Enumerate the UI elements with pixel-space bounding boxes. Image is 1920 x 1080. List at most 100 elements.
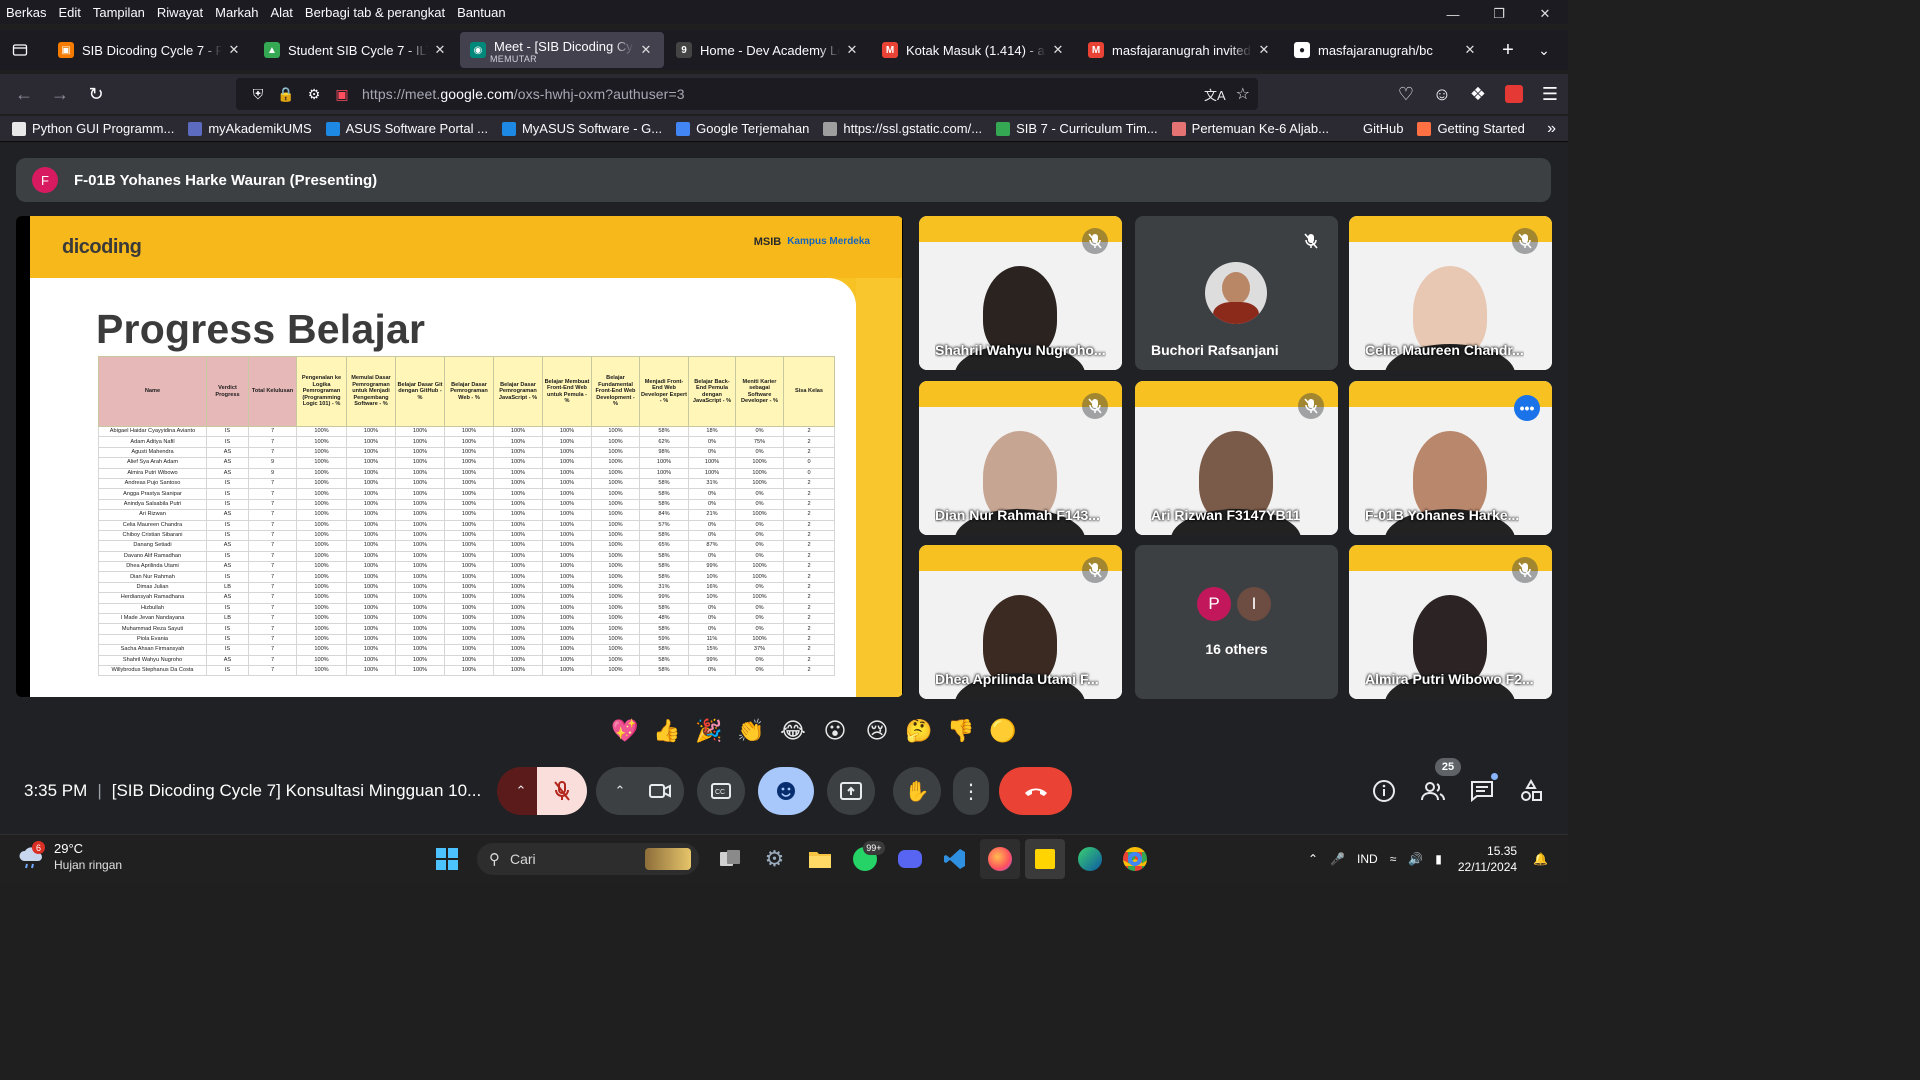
url-text[interactable]: https://meet.google.com/oxs-hwhj-oxm?aut…: [362, 86, 685, 102]
close-window-icon[interactable]: ✕: [1522, 0, 1568, 28]
chrome-icon[interactable]: [1115, 839, 1155, 879]
camera-button[interactable]: [636, 767, 684, 815]
participant-tile[interactable]: Shahril Wahyu Nugroho...: [919, 216, 1122, 370]
notification-bell-icon[interactable]: 🔔: [1533, 852, 1548, 866]
participant-tile[interactable]: Buchori Rafsanjani: [1135, 216, 1338, 370]
participant-tile[interactable]: Celia Maureen Chandr...: [1349, 216, 1552, 370]
meeting-details-icon[interactable]: [1370, 777, 1398, 805]
vscode-icon[interactable]: [935, 839, 975, 879]
reaction-emoji-icon[interactable]: 👏: [733, 718, 769, 744]
menu-item[interactable]: Tampilan: [87, 5, 151, 20]
taskbar-search[interactable]: ⚲ Cari: [477, 843, 699, 875]
bookmark-item[interactable]: https://ssl.gstatic.com/...: [823, 121, 982, 136]
menu-item[interactable]: Bantuan: [451, 5, 511, 20]
activities-icon[interactable]: [1517, 777, 1545, 805]
battery-icon[interactable]: ▮: [1435, 852, 1442, 866]
reaction-emoji-icon[interactable]: 😮: [817, 718, 853, 744]
lock-icon[interactable]: 🔒: [272, 86, 300, 103]
system-clock[interactable]: 15.35 22/11/2024: [1458, 843, 1517, 875]
reaction-emoji-icon[interactable]: 👍: [649, 718, 685, 744]
firefox-icon[interactable]: [979, 839, 1020, 879]
permissions-icon[interactable]: ⚙: [300, 86, 328, 103]
browser-tab[interactable]: ● masfajaranugrah/bc ✕: [1284, 32, 1488, 68]
bookmark-item[interactable]: Google Terjemahan: [676, 121, 809, 136]
sticky-notes-icon[interactable]: [1024, 839, 1065, 879]
close-tab-icon[interactable]: ✕: [1256, 42, 1272, 58]
close-tab-icon[interactable]: ✕: [638, 42, 654, 58]
browser-tab[interactable]: ▲ Student SIB Cycle 7 - ILT 5 |✕: [254, 32, 458, 68]
menu-item[interactable]: Berkas: [0, 5, 52, 20]
browser-tab[interactable]: M Kotak Masuk (1.414) - almi ✕: [872, 32, 1076, 68]
chat-icon[interactable]: [1468, 773, 1498, 805]
presentation-stage[interactable]: dicoding MSIB Kampus Merdeka Progress Be…: [16, 216, 903, 697]
reaction-emoji-icon[interactable]: 😢: [859, 718, 895, 744]
windows-start-icon[interactable]: [427, 839, 467, 879]
discord-icon[interactable]: [890, 839, 930, 879]
participant-tile[interactable]: Dhea Aprilinda Utami F...: [919, 545, 1122, 699]
hamburger-menu-icon[interactable]: ☰: [1532, 78, 1568, 110]
minimize-icon[interactable]: —: [1430, 0, 1476, 28]
file-explorer-icon[interactable]: [800, 839, 840, 879]
bookmark-item[interactable]: myAkademikUMS: [188, 121, 312, 136]
new-tab-button[interactable]: +: [1490, 32, 1526, 68]
settings-gear-icon[interactable]: ⚙: [755, 839, 795, 879]
wifi-icon[interactable]: ≈: [1390, 852, 1397, 866]
participant-tile[interactable]: P I 16 others: [1135, 545, 1338, 699]
bookmark-item[interactable]: Pertemuan Ke-6 Aljab...: [1171, 121, 1329, 136]
pocket-icon[interactable]: ♡: [1388, 78, 1424, 110]
chevron-down-icon[interactable]: ⌄: [1526, 32, 1562, 68]
reaction-emoji-icon[interactable]: 🤔: [901, 718, 937, 744]
browser-tab[interactable]: ▣ SIB Dicoding Cycle 7 - F-01✕: [48, 32, 252, 68]
bookmark-star-icon[interactable]: ☆: [1236, 84, 1250, 104]
back-button[interactable]: ←: [6, 78, 42, 110]
browser-tab[interactable]: 9 Home - Dev Academy Lear✕: [666, 32, 870, 68]
whatsapp-icon[interactable]: 99+: [845, 839, 885, 879]
chevron-up-icon[interactable]: ⌃: [1308, 852, 1318, 866]
participant-tile[interactable]: F-01B Yohanes Harke... •••: [1349, 381, 1552, 535]
mic-off-button[interactable]: [537, 767, 587, 815]
menu-item[interactable]: Markah: [209, 5, 264, 20]
bookmark-item[interactable]: SIB 7 - Curriculum Tim...: [996, 121, 1158, 136]
camera-sharing-icon[interactable]: ▣: [328, 86, 356, 103]
menu-item[interactable]: Edit: [52, 5, 86, 20]
translate-icon[interactable]: 文A: [1204, 85, 1226, 104]
reaction-emoji-icon[interactable]: 👎: [943, 718, 979, 744]
menu-item[interactable]: Alat: [265, 5, 299, 20]
participant-tile[interactable]: Ari Rizwan F3147YB11: [1135, 381, 1338, 535]
participant-tile[interactable]: Almira Putri Wibowo F2...: [1349, 545, 1552, 699]
close-tab-icon[interactable]: ✕: [1050, 42, 1066, 58]
url-bar[interactable]: ⛨ 🔒 ⚙ ▣ https://meet.google.com/oxs-hwhj…: [236, 78, 1258, 110]
account-icon[interactable]: ☺: [1424, 78, 1460, 110]
leave-call-button[interactable]: [999, 767, 1072, 815]
extensions-icon[interactable]: ❖: [1460, 78, 1496, 110]
close-tab-icon[interactable]: ✕: [1462, 42, 1478, 58]
emoji-reactions-button[interactable]: [758, 767, 814, 815]
language-indicator[interactable]: IND: [1357, 852, 1378, 866]
bookmark-item[interactable]: Python GUI Programm...: [12, 121, 174, 136]
tab-list-icon[interactable]: [0, 30, 40, 70]
reaction-emoji-icon[interactable]: 🟡: [985, 718, 1021, 744]
chevron-double-right-icon[interactable]: »: [1547, 120, 1556, 138]
reaction-emoji-icon[interactable]: 😂: [775, 718, 811, 744]
bookmark-item[interactable]: Getting Started: [1417, 121, 1525, 136]
weather-widget[interactable]: 6 29°C Hujan ringan: [18, 841, 122, 873]
reaction-emoji-icon[interactable]: 💖: [607, 718, 643, 744]
raise-hand-button[interactable]: ✋: [893, 767, 941, 815]
more-options-button[interactable]: ⋮: [953, 767, 989, 815]
close-tab-icon[interactable]: ✕: [844, 42, 860, 58]
people-icon[interactable]: [1419, 777, 1447, 805]
edge-icon[interactable]: [1070, 839, 1110, 879]
browser-tab[interactable]: Mmasfajaranugrah invited yo✕: [1078, 32, 1282, 68]
volume-icon[interactable]: 🔊: [1408, 852, 1423, 866]
captions-button[interactable]: CC: [697, 767, 745, 815]
browser-tab[interactable]: ◉ Meet - [SIB Dicoding Cycle MEMUTAR ✕: [460, 32, 664, 68]
participant-tile[interactable]: Dian Nur Rahmah F143...: [919, 381, 1122, 535]
extension-red-icon[interactable]: [1496, 78, 1532, 110]
reaction-emoji-icon[interactable]: 🎉: [691, 718, 727, 744]
present-screen-button[interactable]: [827, 767, 875, 815]
shield-icon[interactable]: ⛨: [244, 86, 272, 103]
restore-icon[interactable]: ❐: [1476, 0, 1522, 28]
reload-button[interactable]: ↻: [78, 78, 114, 110]
menu-item[interactable]: Riwayat: [151, 5, 209, 20]
task-view-icon[interactable]: [710, 839, 750, 879]
